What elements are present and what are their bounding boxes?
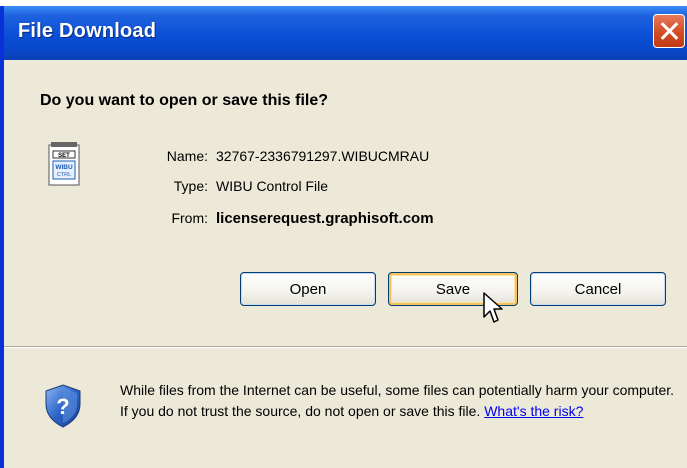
shield-question-icon: ?	[45, 384, 81, 428]
dialog-question: Do you want to open or save this file?	[40, 92, 329, 109]
whats-the-risk-link[interactable]: What's the risk?	[484, 403, 583, 419]
type-label: Type:	[173, 178, 208, 194]
svg-text:?: ?	[56, 394, 69, 419]
security-warning: While files from the Internet can be use…	[120, 380, 676, 422]
from-label: From:	[171, 210, 208, 226]
svg-text:CTRL: CTRL	[57, 172, 71, 178]
cancel-button[interactable]: Cancel	[530, 272, 666, 306]
svg-text:SET: SET	[58, 153, 70, 159]
mouse-pointer-icon	[483, 292, 503, 323]
from-value: licenserequest.graphisoft.com	[216, 210, 434, 227]
open-button[interactable]: Open	[240, 272, 376, 306]
file-download-dialog: File Download Do you want to open or sav…	[0, 6, 687, 468]
title-bar[interactable]: File Download	[4, 6, 687, 60]
name-value: 32767-2336791297.WIBUCMRAU	[216, 148, 430, 164]
warning-text: While files from the Internet can be use…	[120, 382, 675, 419]
window-title: File Download	[18, 20, 157, 42]
close-icon[interactable]	[653, 14, 685, 48]
type-value: WIBU Control File	[216, 178, 329, 194]
wibu-file-icon: SET WIBU CTRL	[48, 142, 80, 186]
svg-text:WIBU: WIBU	[55, 164, 73, 171]
name-label: Name:	[166, 148, 208, 164]
section-divider	[4, 346, 687, 348]
